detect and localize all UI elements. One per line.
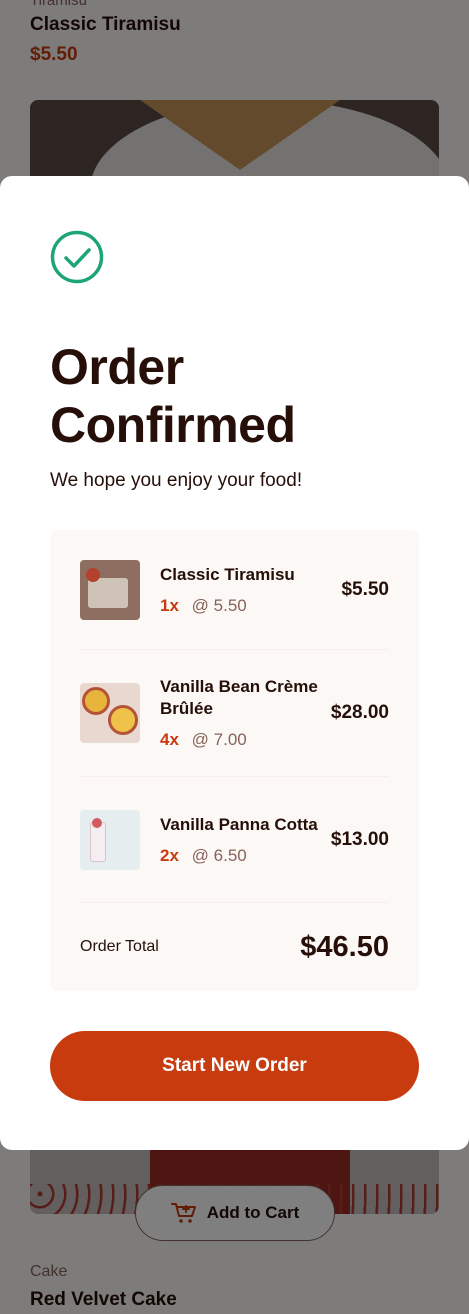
modal-title: Order Confirmed (50, 339, 296, 453)
item-line-total: $13.00 (330, 828, 389, 850)
item-line-total: $28.00 (330, 702, 389, 723)
order-confirmed-modal: Order Confirmed We hope you enjoy your f… (0, 176, 469, 1150)
modal-subtitle: We hope you enjoy your food! (50, 470, 303, 491)
item-quantity: 4x (160, 730, 179, 749)
item-quantity: 1x (160, 595, 179, 615)
item-thumbnail (80, 559, 140, 620)
item-thumbnail (80, 809, 140, 870)
item-unit-price: @ 7.00 (191, 730, 247, 749)
order-item: Vanilla Panna Cotta 2x @ 6.50 $13.00 (80, 777, 389, 903)
order-summary: Classic Tiramisu 1x @ 5.50 $5.50 Vanilla… (50, 530, 419, 991)
item-line-total: $5.50 (341, 578, 389, 600)
item-name: Vanilla Panna Cotta (160, 814, 318, 834)
item-quantity: 2x (160, 845, 179, 865)
order-total-row: Order Total $46.50 (80, 903, 389, 991)
item-unit-price: @ 5.50 (191, 595, 247, 615)
item-name: Vanilla Bean Crème Brûlée (160, 677, 318, 718)
item-name: Classic Tiramisu (160, 564, 295, 584)
check-circle-icon (50, 230, 104, 284)
item-unit-price: @ 6.50 (191, 845, 247, 865)
item-thumbnail (80, 683, 140, 743)
order-total-label: Order Total (80, 938, 159, 955)
order-item: Vanilla Bean Crème Brûlée 4x @ 7.00 $28.… (80, 650, 389, 777)
order-total-value: $46.50 (300, 930, 389, 963)
start-new-order-button[interactable]: Start New Order (50, 1031, 419, 1101)
order-item: Classic Tiramisu 1x @ 5.50 $5.50 (80, 530, 389, 650)
